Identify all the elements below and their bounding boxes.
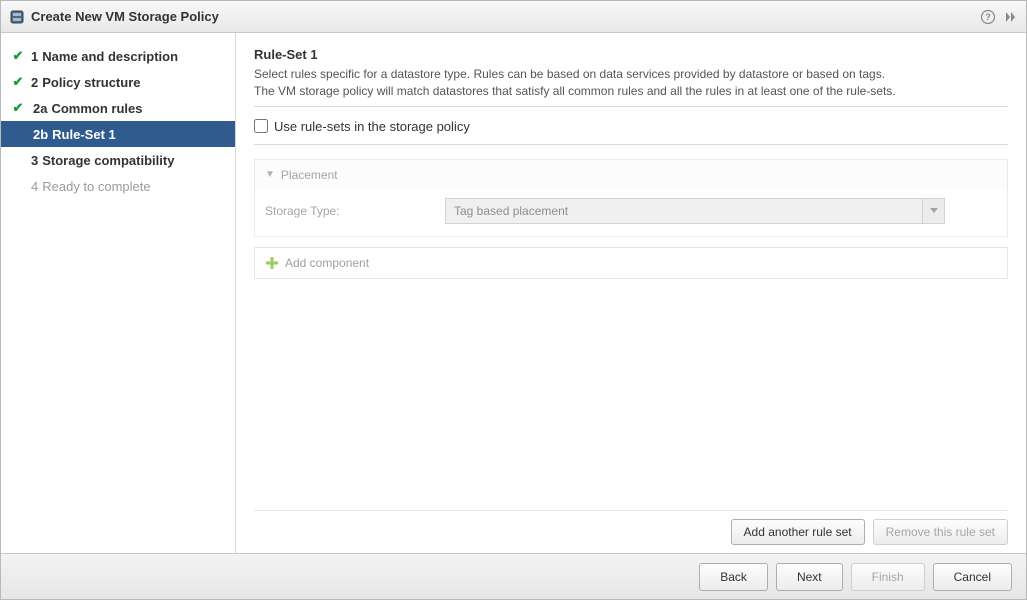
finish-button: Finish [851, 563, 925, 591]
chevron-down-icon [922, 199, 944, 223]
nav-step-common-rules[interactable]: ✔ 2a Common rules [1, 95, 235, 121]
check-icon: ✔ [11, 101, 25, 115]
check-icon: ✔ [11, 75, 25, 89]
wizard-sidebar: ✔ 1 Name and description ✔ 2 Policy stru… [1, 33, 236, 553]
add-ruleset-button[interactable]: Add another rule set [731, 519, 865, 545]
select-value: Tag based placement [454, 204, 568, 218]
chevron-down-icon: ▼ [265, 169, 275, 180]
nav-step-ready[interactable]: 4 Ready to complete [1, 173, 235, 199]
use-rulesets-row[interactable]: Use rule-sets in the storage policy [254, 119, 1008, 134]
panel-header-placement[interactable]: ▼ Placement [255, 160, 1007, 190]
expand-icon[interactable] [1002, 9, 1018, 25]
add-component-row[interactable]: Add component [254, 247, 1008, 279]
policy-icon [9, 9, 25, 25]
cancel-button[interactable]: Cancel [933, 563, 1012, 591]
next-button[interactable]: Next [776, 563, 843, 591]
plus-icon [265, 256, 279, 270]
titlebar: Create New VM Storage Policy ? [1, 1, 1026, 33]
nav-step-policy-structure[interactable]: ✔ 2 Policy structure [1, 69, 235, 95]
wizard-window: Create New VM Storage Policy ? ✔ 1 Name … [0, 0, 1027, 600]
section-heading: Rule-Set 1 [254, 47, 1008, 62]
nav-step-storage-compat[interactable]: 3 Storage compatibility [1, 147, 235, 173]
main-panel: Rule-Set 1 Select rules specific for a d… [236, 33, 1026, 553]
use-rulesets-label: Use rule-sets in the storage policy [274, 119, 470, 134]
use-rulesets-checkbox[interactable] [254, 119, 268, 133]
section-desc: Select rules specific for a datastore ty… [254, 66, 1008, 100]
help-icon[interactable]: ? [980, 9, 996, 25]
storage-type-label: Storage Type: [265, 204, 445, 218]
window-title: Create New VM Storage Policy [31, 9, 219, 24]
svg-text:?: ? [985, 12, 991, 22]
panel-title: Placement [281, 168, 338, 182]
divider [254, 106, 1008, 107]
placement-panel: ▼ Placement Storage Type: Tag based plac… [254, 159, 1008, 237]
remove-ruleset-button: Remove this rule set [873, 519, 1008, 545]
nav-step-name-desc[interactable]: ✔ 1 Name and description [1, 43, 235, 69]
nav-step-rule-set-1[interactable]: 2b Rule-Set 1 [1, 121, 235, 147]
add-component-label: Add component [285, 256, 369, 270]
storage-type-select[interactable]: Tag based placement [445, 198, 945, 224]
back-button[interactable]: Back [699, 563, 768, 591]
check-icon: ✔ [11, 49, 25, 63]
ruleset-button-row: Add another rule set Remove this rule se… [254, 510, 1008, 553]
divider [254, 144, 1008, 145]
wizard-footer: Back Next Finish Cancel [1, 553, 1026, 599]
